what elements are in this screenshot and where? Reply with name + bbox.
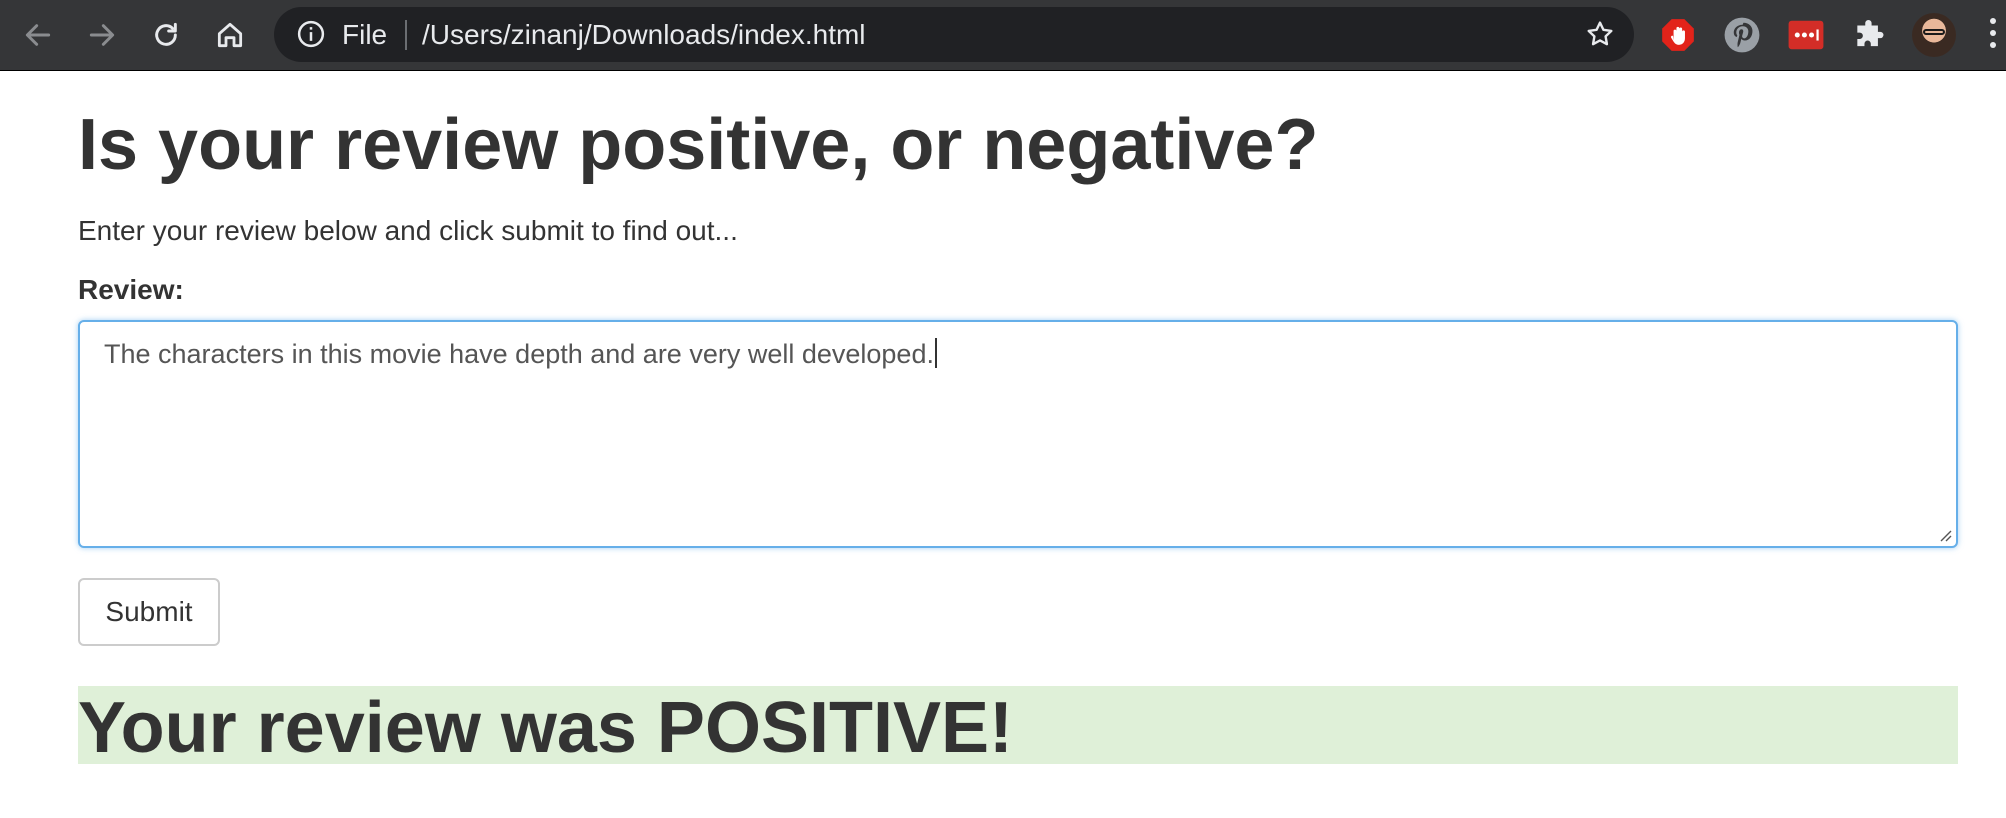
- resize-grip-icon[interactable]: [1936, 526, 1952, 542]
- review-textarea[interactable]: The characters in this movie have depth …: [78, 320, 1958, 548]
- result-banner: Your review was POSITIVE!: [78, 686, 1958, 764]
- forward-button[interactable]: [81, 14, 123, 56]
- url-divider: [405, 20, 407, 50]
- address-bar[interactable]: File /Users/zinanj/Downloads/index.html: [274, 7, 1634, 62]
- home-button[interactable]: [209, 14, 251, 56]
- review-text: The characters in this movie have depth …: [104, 339, 934, 369]
- reload-icon: [155, 22, 177, 46]
- adblock-hand-icon: [1662, 19, 1694, 51]
- kebab-menu-icon[interactable]: [1990, 18, 2000, 52]
- text-caret: [934, 338, 937, 368]
- puzzle-extensions-icon: [1857, 19, 1884, 47]
- review-label: Review:: [78, 274, 184, 305]
- reload-button[interactable]: [145, 14, 187, 56]
- avatar-glasses: [1923, 29, 1945, 35]
- arrow-left-icon: [25, 24, 51, 46]
- pinterest-icon: [1724, 17, 1760, 53]
- info-icon[interactable]: [296, 19, 326, 49]
- lastpass-extension-button[interactable]: [1787, 16, 1825, 54]
- url-scheme-label: File: [342, 19, 388, 50]
- arrow-right-icon: [89, 24, 115, 46]
- home-icon: [217, 22, 243, 48]
- lastpass-icon: [1788, 20, 1824, 50]
- pinterest-extension-button[interactable]: [1723, 16, 1761, 54]
- browser-toolbar: File /Users/zinanj/Downloads/index.html: [0, 0, 2006, 71]
- result-text: Your review was POSITIVE!: [78, 688, 1013, 768]
- star-icon[interactable]: [1584, 18, 1616, 50]
- profile-avatar[interactable]: [1912, 13, 1956, 57]
- submit-button[interactable]: Submit: [78, 578, 220, 646]
- page-title: Is your review positive, or negative?: [78, 105, 1319, 185]
- page-subtitle: Enter your review below and click submit…: [78, 215, 738, 246]
- url-text[interactable]: /Users/zinanj/Downloads/index.html: [422, 7, 866, 62]
- back-button[interactable]: [17, 14, 59, 56]
- extensions-button[interactable]: [1851, 16, 1889, 54]
- adblock-extension-button[interactable]: [1659, 16, 1697, 54]
